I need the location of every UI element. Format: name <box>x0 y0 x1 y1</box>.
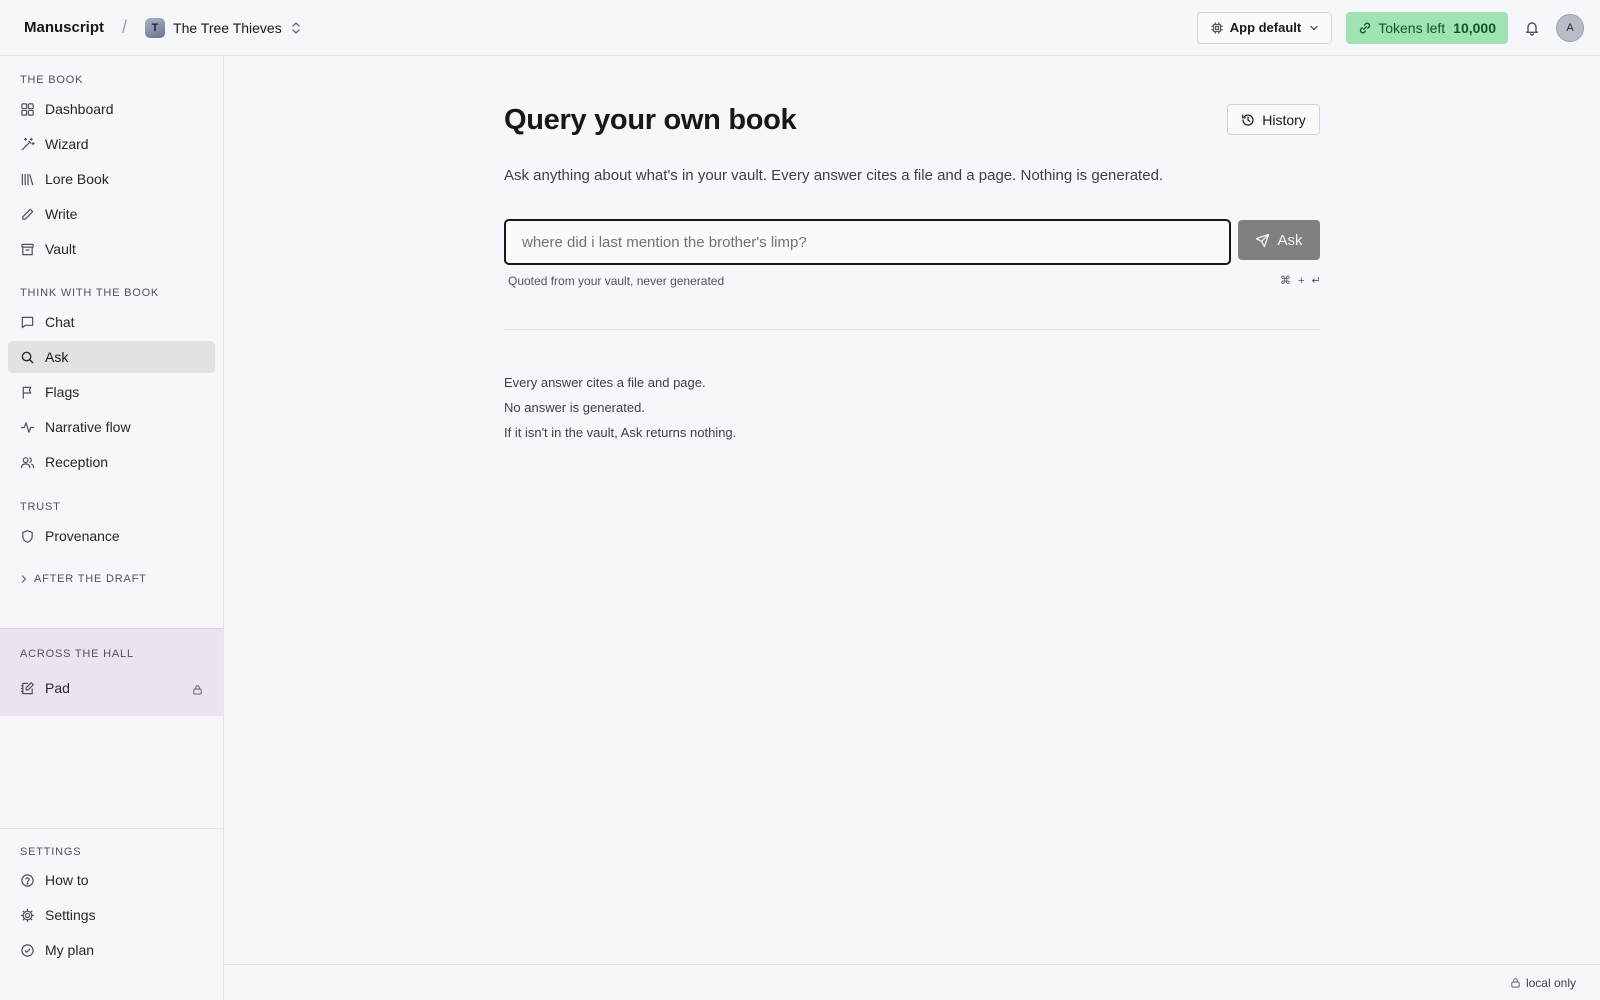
library-icon <box>20 172 35 187</box>
tokens-value: 10,000 <box>1453 19 1496 36</box>
user-avatar[interactable]: A <box>1556 13 1584 42</box>
project-switcher[interactable]: T The Tree Thieves <box>145 17 302 38</box>
sidebar-item-wizard[interactable]: Wizard <box>8 128 215 160</box>
lock-icon <box>1510 977 1521 988</box>
link-icon <box>1358 21 1372 35</box>
sidebar-item-narrative-flow[interactable]: Narrative flow <box>8 411 215 443</box>
keyboard-shortcut-hint: ⌘ + ↵ <box>1280 275 1323 287</box>
sidebar-item-ask[interactable]: Ask <box>8 341 215 373</box>
tokens-badge[interactable]: Tokens left 10,000 <box>1346 11 1508 44</box>
chevron-down-icon <box>1309 23 1319 33</box>
history-button-label: History <box>1262 111 1306 128</box>
main-content: Query your own book History Ask anything… <box>224 56 1600 964</box>
sidebar-item-settings[interactable]: Settings <box>8 899 215 931</box>
help-circle-icon <box>20 873 35 888</box>
shield-icon <box>20 529 35 544</box>
sidebar-item-label: Write <box>45 206 78 222</box>
top-bar: Manuscript / T The Tree Thieves App defa… <box>0 0 1600 56</box>
sidebar-item-label: Chat <box>45 314 75 330</box>
ask-query-input[interactable] <box>504 219 1231 265</box>
tokens-label: Tokens left <box>1378 19 1446 36</box>
sidebar-item-label: Wizard <box>45 136 89 152</box>
sidebar-item-how-to[interactable]: How to <box>8 864 215 896</box>
input-hint: Quoted from your vault, never generated <box>508 274 725 288</box>
sidebar-item-provenance[interactable]: Provenance <box>8 520 215 552</box>
send-icon <box>1255 233 1270 248</box>
sidebar-item-label: Lore Book <box>45 171 109 187</box>
model-select-label: App default <box>1229 20 1302 35</box>
bell-icon[interactable] <box>1524 20 1540 36</box>
page-title: Query your own book <box>504 104 797 136</box>
sidebar-item-dashboard[interactable]: Dashboard <box>8 93 215 125</box>
magic-wand-icon <box>20 137 35 152</box>
ask-button-label: Ask <box>1277 231 1303 249</box>
sidebar-item-label: Settings <box>45 907 96 923</box>
archive-icon <box>20 242 35 257</box>
sidebar-item-label: Narrative flow <box>45 419 131 435</box>
page-subtitle: Ask anything about what's in your vault.… <box>504 167 1164 184</box>
sidebar-item-chat[interactable]: Chat <box>8 306 215 338</box>
sidebar-item-label: Ask <box>45 349 69 365</box>
settings-divider <box>0 828 223 829</box>
sidebar-item-pad[interactable]: Pad <box>8 672 215 704</box>
sidebar-item-label: Provenance <box>45 528 120 544</box>
history-icon <box>1241 113 1255 127</box>
history-button[interactable]: History <box>1227 104 1320 135</box>
breadcrumb-separator: / <box>122 17 128 37</box>
project-name: The Tree Thieves <box>173 19 282 36</box>
dashboard-icon <box>20 102 35 117</box>
chevron-up-down-icon <box>290 21 302 35</box>
app-title[interactable]: Manuscript <box>24 19 104 36</box>
sidebar-item-label: Reception <box>45 454 109 470</box>
edit-note-icon <box>20 681 35 696</box>
sidebar-item-reception[interactable]: Reception <box>8 446 215 478</box>
search-icon <box>20 350 35 365</box>
chevron-right-icon <box>20 574 28 584</box>
sidebar: THE BOOK Dashboard Wizard Lore Book Writ… <box>0 56 224 1000</box>
sidebar-item-my-plan[interactable]: My plan <box>8 934 215 966</box>
info-note: No answer is generated. <box>504 400 645 415</box>
section-divider <box>504 329 1321 330</box>
section-heading-trust: TRUST <box>20 501 61 513</box>
status-bar: local only <box>224 964 1600 1000</box>
sidebar-item-vault[interactable]: Vault <box>8 233 215 265</box>
gear-icon <box>20 908 35 923</box>
sidebar-item-flags[interactable]: Flags <box>8 376 215 408</box>
section-heading-across-hall: ACROSS THE HALL <box>20 648 134 660</box>
cpu-icon <box>1210 21 1224 35</box>
ask-button[interactable]: Ask <box>1238 220 1320 260</box>
across-the-hall-panel: ACROSS THE HALL Pad <box>0 628 223 716</box>
users-icon <box>20 455 35 470</box>
section-heading-settings: SETTINGS <box>20 846 82 858</box>
status-text: local only <box>1525 975 1576 990</box>
sidebar-item-label: How to <box>45 872 89 888</box>
sidebar-item-label: Flags <box>45 384 80 400</box>
lock-icon <box>192 684 203 695</box>
project-avatar: T <box>145 17 166 38</box>
chat-icon <box>20 315 35 330</box>
info-note: Every answer cites a file and page. <box>504 375 706 390</box>
check-circle-icon <box>20 943 35 958</box>
pencil-icon <box>20 207 35 222</box>
sidebar-item-label: Vault <box>45 241 76 257</box>
section-toggle-after-draft[interactable]: AFTER THE DRAFT <box>20 573 147 585</box>
sidebar-item-label: Pad <box>45 680 70 696</box>
section-heading-after-draft: AFTER THE DRAFT <box>34 573 147 585</box>
sidebar-item-write[interactable]: Write <box>8 198 215 230</box>
section-heading-think: THINK WITH THE BOOK <box>20 287 160 299</box>
sidebar-item-label: My plan <box>45 942 95 958</box>
sidebar-item-label: Dashboard <box>45 101 114 117</box>
flag-icon <box>20 385 35 400</box>
section-heading-the-book: THE BOOK <box>20 74 84 86</box>
sidebar-item-lore-book[interactable]: Lore Book <box>8 163 215 195</box>
model-select[interactable]: App default <box>1196 11 1333 44</box>
info-note: If it isn't in the vault, Ask returns no… <box>504 425 737 440</box>
activity-icon <box>20 420 35 435</box>
